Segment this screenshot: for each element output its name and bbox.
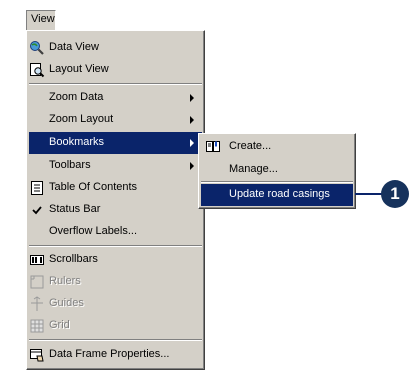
rulers-icon bbox=[29, 274, 45, 290]
submenu-separator bbox=[201, 181, 353, 183]
submenu-item-update-road-casings[interactable]: Update road casings bbox=[201, 184, 353, 206]
menu-item-label: Status Bar bbox=[49, 203, 101, 215]
menu-item-bookmarks[interactable]: Bookmarks bbox=[29, 132, 202, 154]
submenu-arrow-icon bbox=[190, 116, 194, 124]
submenu-item-label: Update road casings bbox=[229, 188, 330, 200]
bookmarks-submenu: Create... Manage... Update road casings bbox=[198, 133, 356, 209]
submenu-item-create[interactable]: Create... bbox=[201, 136, 353, 158]
submenu-arrow-icon bbox=[190, 162, 194, 170]
menu-item-label: Data Frame Properties... bbox=[49, 348, 170, 360]
menu-item-table-of-contents[interactable]: Table Of Contents bbox=[29, 177, 202, 199]
view-dropdown-menu: Data View Layout View Zoom Data Zoom Lay… bbox=[26, 30, 205, 370]
menu-item-label: Overflow Labels... bbox=[49, 225, 138, 237]
menu-item-label: Layout View bbox=[49, 63, 109, 75]
page-magnifier-icon bbox=[29, 62, 45, 78]
menu-item-status-bar[interactable]: Status Bar bbox=[29, 199, 202, 221]
menu-item-zoom-data[interactable]: Zoom Data bbox=[29, 87, 202, 109]
menu-item-label: Grid bbox=[49, 319, 70, 331]
menu-item-data-frame-properties[interactable]: Data Frame Properties... bbox=[29, 344, 202, 366]
menu-item-overflow-labels[interactable]: Overflow Labels... bbox=[29, 221, 202, 243]
menu-item-zoom-layout[interactable]: Zoom Layout bbox=[29, 109, 202, 131]
menu-item-label: Zoom Data bbox=[49, 91, 104, 103]
globe-magnifier-icon bbox=[29, 40, 45, 56]
submenu-item-label: Manage... bbox=[229, 163, 278, 175]
menu-separator bbox=[29, 83, 202, 85]
view-menu-label: View bbox=[31, 13, 55, 25]
menu-item-guides[interactable]: Guides bbox=[29, 293, 202, 315]
menu-item-label: Data View bbox=[49, 41, 99, 53]
grid-icon bbox=[29, 318, 45, 334]
menu-item-label: Scrollbars bbox=[49, 253, 98, 265]
menu-item-scrollbars[interactable]: Scrollbars bbox=[29, 249, 202, 271]
menu-item-data-view[interactable]: Data View bbox=[29, 37, 202, 59]
guides-icon bbox=[29, 296, 45, 312]
properties-hand-icon bbox=[29, 347, 45, 363]
callout-number: 1 bbox=[390, 184, 400, 203]
menu-item-label: Toolbars bbox=[49, 159, 91, 171]
menu-item-toolbars[interactable]: Toolbars bbox=[29, 155, 202, 177]
bookmark-book-icon bbox=[205, 139, 221, 155]
menu-item-rulers[interactable]: Rulers bbox=[29, 271, 202, 293]
menu-bar: View bbox=[0, 0, 411, 30]
view-menu-title[interactable]: View bbox=[26, 10, 56, 30]
submenu-arrow-icon bbox=[190, 94, 194, 102]
menu-item-label: Rulers bbox=[49, 275, 81, 287]
submenu-item-label: Create... bbox=[229, 140, 272, 152]
menu-item-label: Zoom Layout bbox=[49, 113, 114, 125]
menu-item-label: Bookmarks bbox=[49, 136, 105, 148]
scrollbars-icon bbox=[29, 252, 45, 268]
menu-item-label: Guides bbox=[49, 297, 84, 309]
table-of-contents-icon bbox=[29, 180, 45, 196]
menu-item-label: Table Of Contents bbox=[49, 181, 138, 193]
submenu-item-manage[interactable]: Manage... bbox=[201, 159, 353, 181]
step-callout-badge: 1 bbox=[381, 180, 409, 208]
menu-separator bbox=[29, 245, 202, 247]
checkmark-icon bbox=[29, 202, 45, 218]
menu-item-grid[interactable]: Grid bbox=[29, 315, 202, 337]
menu-separator bbox=[29, 339, 202, 341]
submenu-arrow-icon bbox=[190, 139, 194, 147]
menu-item-layout-view[interactable]: Layout View bbox=[29, 59, 202, 81]
